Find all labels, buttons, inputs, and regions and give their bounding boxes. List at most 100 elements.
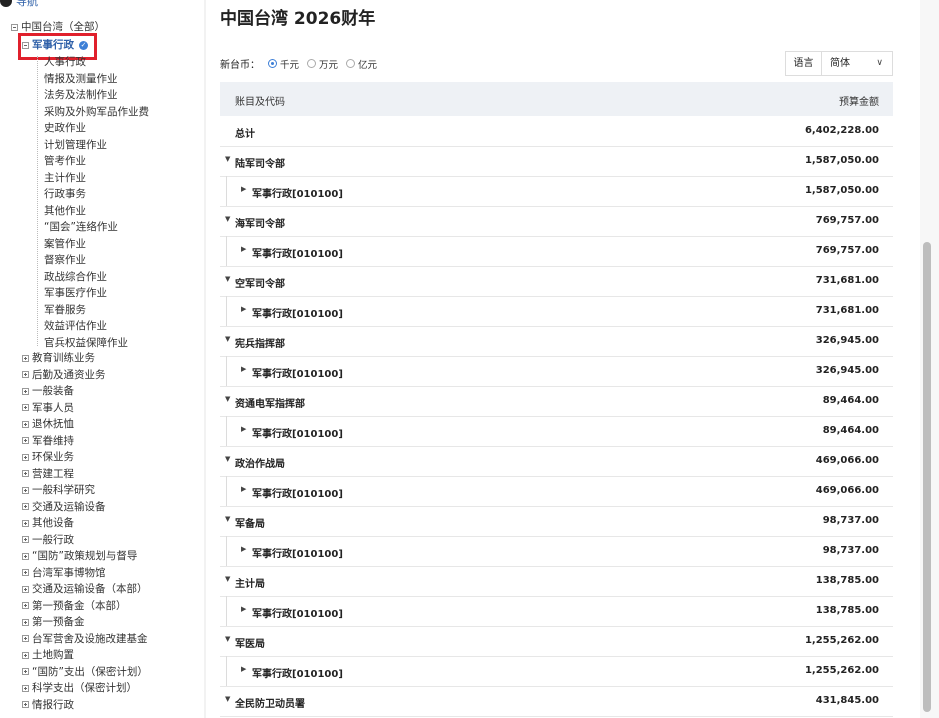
- expand-icon[interactable]: [22, 470, 29, 477]
- expand-icon[interactable]: [22, 602, 29, 609]
- tree-child-item[interactable]: 人事行政: [44, 54, 86, 70]
- tree-child-item[interactable]: 行政事务: [44, 186, 86, 202]
- tree-sibling-item[interactable]: “国防”政策规划与督导: [22, 548, 137, 564]
- group-row[interactable]: ▼ 军医局 1,255,262.00: [220, 626, 893, 657]
- expand-icon[interactable]: [22, 536, 29, 543]
- caret-down-icon[interactable]: ▼: [225, 335, 230, 343]
- child-row[interactable]: ▶ 军事行政[010100] 98,737.00: [220, 536, 893, 567]
- caret-down-icon[interactable]: ▼: [225, 515, 230, 523]
- group-row[interactable]: ▼ 政治作战局 469,066.00: [220, 446, 893, 477]
- group-row[interactable]: ▼ 全民防卫动员署 431,845.00: [220, 686, 893, 717]
- tree-child-item[interactable]: 史政作业: [44, 120, 86, 136]
- child-row[interactable]: ▶ 军事行政[010100] 731,681.00: [220, 296, 893, 327]
- tree-sibling-item[interactable]: 教育训练业务: [22, 350, 95, 366]
- tree-child-item[interactable]: 军事医疗作业: [44, 285, 107, 301]
- caret-right-icon[interactable]: ▶: [241, 305, 246, 313]
- child-row[interactable]: ▶ 军事行政[010100] 769,757.00: [220, 236, 893, 267]
- expand-icon[interactable]: [22, 552, 29, 560]
- tree-child-item[interactable]: 法务及法制作业: [44, 87, 118, 103]
- child-row[interactable]: ▶ 军事行政[010100] 89,464.00: [220, 416, 893, 447]
- group-row[interactable]: ▼ 主计局 138,785.00: [220, 566, 893, 597]
- caret-down-icon[interactable]: ▼: [225, 455, 230, 463]
- expand-icon[interactable]: [22, 569, 29, 576]
- unit-radio-ten-thousand[interactable]: [307, 59, 317, 68]
- caret-down-icon[interactable]: ▼: [225, 695, 230, 703]
- caret-right-icon[interactable]: ▶: [241, 185, 246, 193]
- tree-sibling-item[interactable]: 交通及运输设备: [22, 499, 106, 515]
- scrollbar-thumb[interactable]: [923, 242, 931, 712]
- expand-icon[interactable]: [22, 404, 29, 411]
- tree-sibling-item[interactable]: 台军营舍及设施改建基金: [22, 631, 148, 647]
- caret-down-icon[interactable]: ▼: [225, 395, 230, 403]
- tree-sibling-item[interactable]: 军事人员: [22, 400, 74, 416]
- tree-child-item[interactable]: 督察作业: [44, 252, 86, 268]
- expand-icon[interactable]: [22, 371, 29, 378]
- expand-icon[interactable]: [22, 503, 29, 510]
- tree-sibling-item[interactable]: 第一预备金: [22, 614, 85, 630]
- scrollbar[interactable]: [920, 0, 939, 718]
- group-row[interactable]: ▼ 资通电军指挥部 89,464.00: [220, 386, 893, 417]
- tree-sibling-item[interactable]: 环保业务: [22, 449, 74, 465]
- child-row[interactable]: ▶ 军事行政[010100] 1,587,050.00: [220, 176, 893, 207]
- expand-icon[interactable]: [22, 701, 29, 708]
- caret-down-icon[interactable]: ▼: [225, 215, 230, 223]
- caret-right-icon[interactable]: ▶: [241, 485, 246, 493]
- caret-right-icon[interactable]: ▶: [241, 365, 246, 373]
- tree-child-item[interactable]: 主计作业: [44, 170, 86, 186]
- expand-icon[interactable]: [22, 618, 29, 626]
- tree-sibling-item[interactable]: 一般行政: [22, 532, 74, 548]
- expand-icon[interactable]: [22, 420, 29, 428]
- caret-right-icon[interactable]: ▶: [241, 245, 246, 253]
- tree-child-item[interactable]: 情报及测量作业: [44, 71, 118, 87]
- tree-child-item[interactable]: 军眷服务: [44, 302, 86, 318]
- unit-radio-hundred-million[interactable]: [346, 59, 356, 68]
- expand-icon[interactable]: [22, 519, 29, 527]
- tree-child-item[interactable]: 采购及外购军品作业费: [44, 104, 149, 120]
- tree-sibling-item[interactable]: 一般科学研究: [22, 482, 95, 498]
- tree-sibling-item[interactable]: 情报行政: [22, 697, 74, 713]
- tree-child-item[interactable]: 其他作业: [44, 203, 86, 219]
- group-row[interactable]: ▼ 陆军司令部 1,587,050.00: [220, 146, 893, 177]
- expand-icon[interactable]: [22, 486, 29, 494]
- tree-child-item[interactable]: 政战综合作业: [44, 269, 107, 285]
- expand-icon[interactable]: [22, 668, 29, 675]
- caret-down-icon[interactable]: ▼: [225, 635, 230, 643]
- tree-child-item[interactable]: 效益评估作业: [44, 318, 107, 334]
- expand-icon[interactable]: [22, 684, 29, 692]
- caret-right-icon[interactable]: ▶: [241, 605, 246, 613]
- caret-down-icon[interactable]: ▼: [225, 155, 230, 163]
- tree-sibling-item[interactable]: 后勤及通资业务: [22, 367, 106, 383]
- caret-right-icon[interactable]: ▶: [241, 545, 246, 553]
- tree-child-item[interactable]: 计划管理作业: [44, 137, 107, 153]
- caret-right-icon[interactable]: ▶: [241, 425, 246, 433]
- tree-sibling-item[interactable]: 军眷维持: [22, 433, 74, 449]
- expand-icon[interactable]: [22, 387, 29, 395]
- group-row[interactable]: ▼ 空军司令部 731,681.00: [220, 266, 893, 297]
- tree-sibling-item[interactable]: 退休抚恤: [22, 416, 74, 432]
- tree-child-item[interactable]: 管考作业: [44, 153, 86, 169]
- tree-child-item[interactable]: 官兵权益保障作业: [44, 335, 128, 351]
- tree-sibling-item[interactable]: 一般装备: [22, 383, 74, 399]
- tree-sibling-item[interactable]: 土地购置: [22, 647, 74, 663]
- caret-down-icon[interactable]: ▼: [225, 575, 230, 583]
- group-row[interactable]: ▼ 宪兵指挥部 326,945.00: [220, 326, 893, 357]
- tree-sibling-item[interactable]: 其他设备: [22, 515, 74, 531]
- expand-icon[interactable]: [22, 651, 29, 659]
- unit-radio-thousand[interactable]: [268, 59, 277, 68]
- tree-sibling-item[interactable]: “国防”支出（保密计划）: [22, 664, 148, 680]
- expand-icon[interactable]: [22, 585, 29, 593]
- tree-sibling-item[interactable]: 第一预备金（本部）: [22, 598, 127, 614]
- caret-down-icon[interactable]: ▼: [225, 275, 230, 283]
- tree-sibling-item[interactable]: 营建工程: [22, 466, 74, 482]
- group-row[interactable]: ▼ 军备局 98,737.00: [220, 506, 893, 537]
- group-row[interactable]: ▼ 海军司令部 769,757.00: [220, 206, 893, 237]
- tree-child-item[interactable]: 案管作业: [44, 236, 86, 252]
- tree-sibling-item[interactable]: 科学支出（保密计划）: [22, 680, 137, 696]
- tree-sibling-item[interactable]: 交通及运输设备（本部）: [22, 581, 148, 597]
- tree-child-item[interactable]: “国会”连络作业: [44, 219, 118, 235]
- tree-sibling-item[interactable]: 台湾军事博物馆: [22, 565, 106, 581]
- expand-icon[interactable]: [22, 437, 29, 444]
- language-select[interactable]: 简体 ∨: [822, 52, 892, 75]
- child-row[interactable]: ▶ 军事行政[010100] 469,066.00: [220, 476, 893, 507]
- expand-icon[interactable]: [22, 354, 29, 362]
